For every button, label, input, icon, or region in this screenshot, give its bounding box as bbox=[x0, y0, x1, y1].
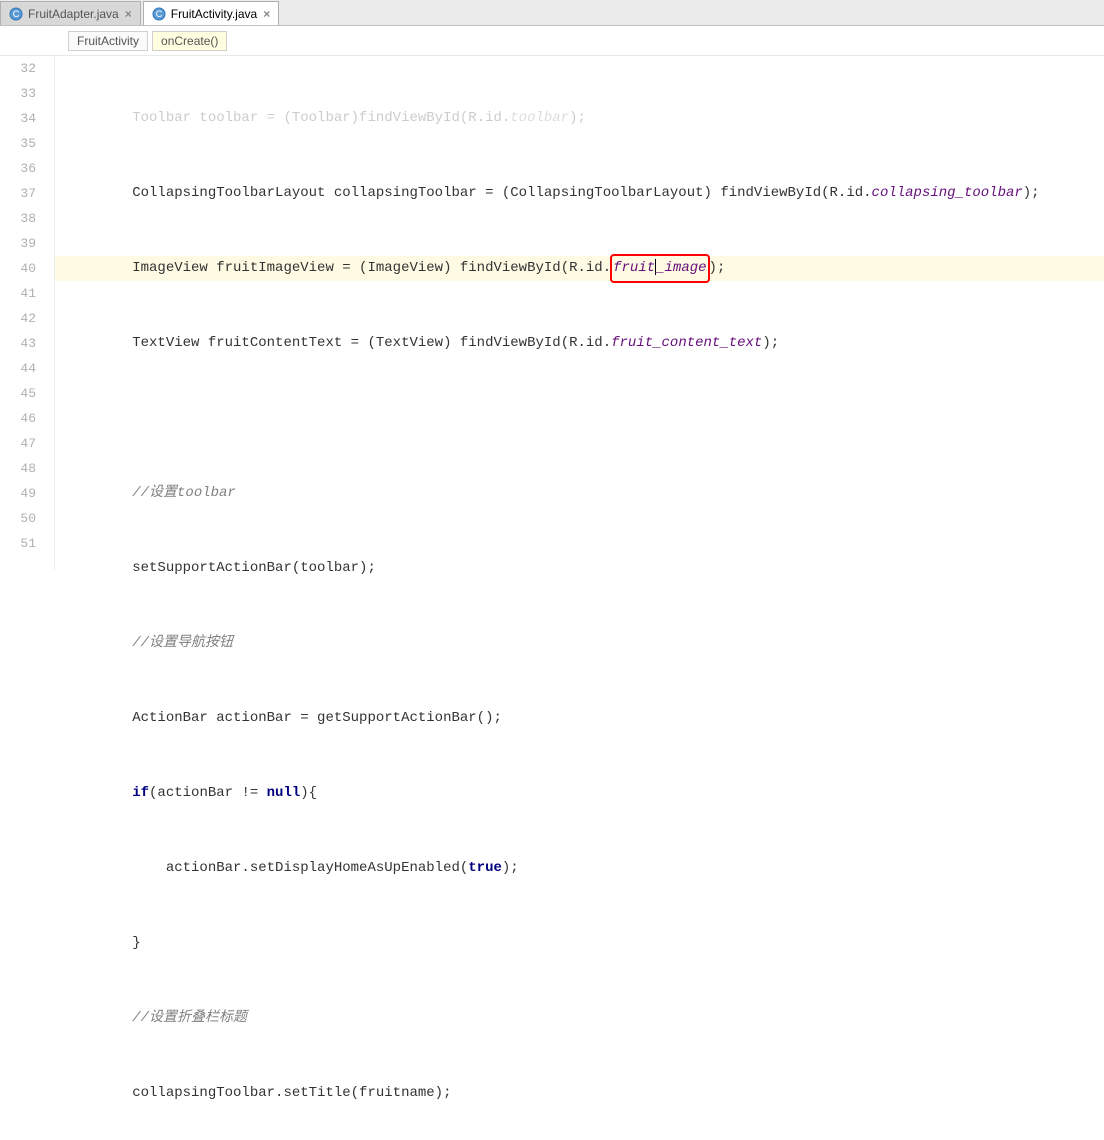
java-class-icon: C bbox=[9, 7, 23, 21]
breadcrumb: FruitActivity onCreate() bbox=[0, 26, 1104, 56]
code-line: CollapsingToolbarLayout collapsingToolba… bbox=[55, 181, 1104, 206]
code-line: //设置toolbar bbox=[55, 481, 1104, 506]
crumb-method[interactable]: onCreate() bbox=[152, 31, 227, 51]
tab-fruit-adapter[interactable]: C FruitAdapter.java × bbox=[0, 1, 141, 25]
line-gutter: 32333435 36373839 40414243 44454647 4849… bbox=[0, 56, 55, 570]
svg-text:C: C bbox=[13, 9, 20, 19]
code-line: //设置折叠栏标题 bbox=[55, 1006, 1104, 1031]
highlight-box-1: fruit_image bbox=[610, 254, 709, 283]
java-class-icon: C bbox=[152, 7, 166, 21]
code-line: collapsingToolbar.setTitle(fruitname); bbox=[55, 1081, 1104, 1106]
code-line: setSupportActionBar(toolbar); bbox=[55, 556, 1104, 581]
code-line: Toolbar toolbar = (Toolbar)findViewById(… bbox=[55, 106, 1104, 131]
code-line: ActionBar actionBar = getSupportActionBa… bbox=[55, 706, 1104, 731]
code-line: if(actionBar != null){ bbox=[55, 781, 1104, 806]
close-icon[interactable]: × bbox=[263, 7, 270, 21]
code-line: TextView fruitContentText = (TextView) f… bbox=[55, 331, 1104, 356]
code-line: actionBar.setDisplayHomeAsUpEnabled(true… bbox=[55, 856, 1104, 881]
code-area[interactable]: Toolbar toolbar = (Toolbar)findViewById(… bbox=[55, 56, 1104, 570]
editor-tabs: C FruitAdapter.java × C FruitActivity.ja… bbox=[0, 0, 1104, 26]
tab-fruit-activity[interactable]: C FruitActivity.java × bbox=[143, 1, 279, 25]
code-line-current: ImageView fruitImageView = (ImageView) f… bbox=[55, 256, 1104, 281]
code-line: //设置导航按钮 bbox=[55, 631, 1104, 656]
code-line: } bbox=[55, 931, 1104, 956]
close-icon[interactable]: × bbox=[125, 7, 132, 21]
code-line bbox=[55, 406, 1104, 431]
crumb-class[interactable]: FruitActivity bbox=[68, 31, 148, 51]
svg-text:C: C bbox=[155, 9, 162, 19]
text-caret bbox=[655, 259, 656, 275]
tab-label: FruitActivity.java bbox=[171, 7, 257, 21]
code-editor[interactable]: 32333435 36373839 40414243 44454647 4849… bbox=[0, 56, 1104, 570]
tab-label: FruitAdapter.java bbox=[28, 7, 119, 21]
